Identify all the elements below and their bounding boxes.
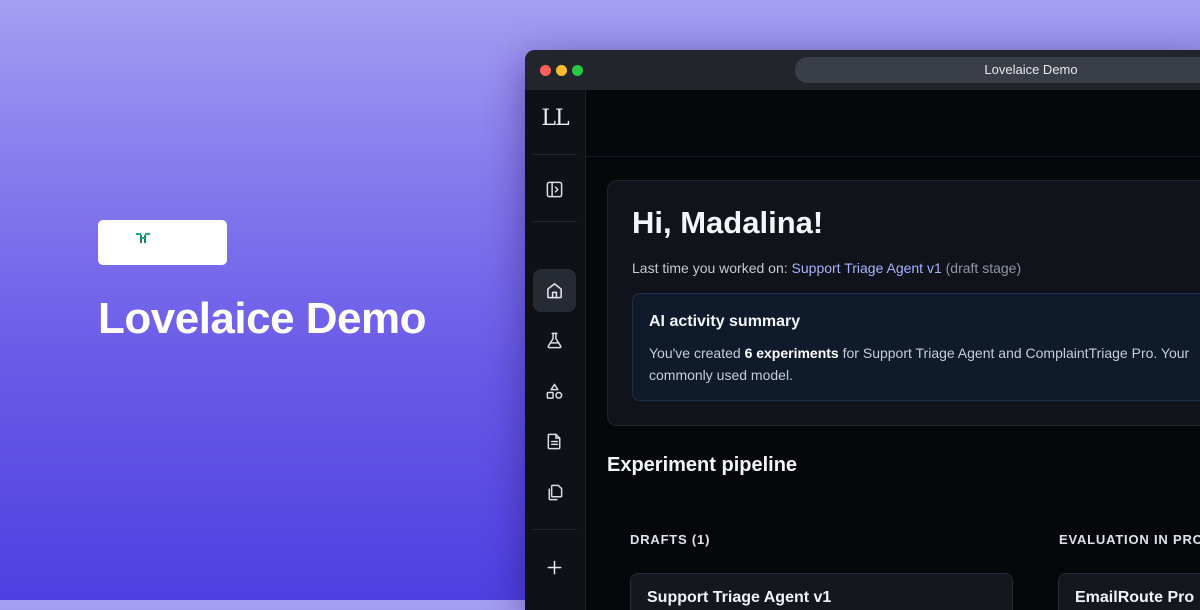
window-titlebar: Lovelaice Demo [525, 50, 1200, 90]
minimize-window-button[interactable] [556, 65, 567, 76]
ai-summary-text-part: You've created [649, 345, 745, 361]
sidebar-divider [533, 529, 577, 530]
brand-logo-card [98, 220, 227, 265]
pipeline-card-draft[interactable]: Support Triage Agent v1 [630, 573, 1013, 610]
sidebar-item-experiments[interactable] [533, 319, 576, 362]
last-worked-label: Last time you worked on: [632, 260, 792, 276]
ai-summary-text: You've created 6 experiments for Support… [649, 342, 1200, 386]
plus-icon [547, 560, 562, 575]
home-icon [547, 283, 562, 299]
panel-toggle-icon [546, 181, 563, 198]
ai-activity-summary: AI activity summary You've created 6 exp… [632, 293, 1200, 401]
close-window-button[interactable] [540, 65, 551, 76]
sidebar-item-documents[interactable] [533, 420, 576, 463]
sidebar: LL [525, 90, 586, 610]
toggle-sidebar-button[interactable] [533, 168, 576, 211]
app-window: Lovelaice Demo LL Hi, Madalina! Last tim… [525, 50, 1200, 610]
maximize-window-button[interactable] [572, 65, 583, 76]
ai-summary-highlight: 6 experiments [744, 345, 839, 361]
sidebar-add-button[interactable] [533, 546, 576, 589]
flask-icon [547, 332, 562, 349]
pipeline-column-header-drafts: DRAFTS (1) [630, 532, 711, 547]
pipeline-title: Experiment pipeline [607, 454, 798, 476]
copy-icon [548, 484, 563, 501]
topbar-divider [586, 156, 1200, 157]
hero-title: Lovelaice Demo [98, 294, 427, 343]
ai-summary-text-part: for Support Triage Agent and ComplaintTr… [838, 345, 1190, 361]
document-icon [547, 433, 561, 450]
brand-logo-icon [136, 233, 150, 243]
last-project-stage: (draft stage) [941, 260, 1022, 276]
last-project-link[interactable]: Support Triage Agent v1 [792, 260, 942, 276]
greeting-heading: Hi, Madalina! [632, 205, 824, 240]
pipeline-card-evaluation[interactable]: EmailRoute Pro [1058, 573, 1200, 610]
pipeline-card-title: EmailRoute Pro [1075, 589, 1195, 606]
shapes-icon [546, 383, 563, 399]
pipeline-card-title: Support Triage Agent v1 [647, 589, 832, 606]
ai-summary-text-part: commonly used model. [649, 367, 793, 383]
welcome-card: Hi, Madalina! Last time you worked on: S… [607, 180, 1200, 426]
ai-summary-title: AI activity summary [649, 313, 801, 330]
sidebar-divider [533, 154, 577, 155]
sidebar-divider [533, 221, 577, 222]
pipeline-column-header-evaluation: EVALUATION IN PROGRESS [1059, 532, 1200, 547]
sidebar-item-models[interactable] [533, 370, 576, 413]
address-bar-text: Lovelaice Demo [984, 62, 1078, 77]
last-worked-on: Last time you worked on: Support Triage … [632, 260, 1021, 276]
sidebar-item-home[interactable] [533, 269, 576, 312]
sidebar-item-copies[interactable] [533, 471, 576, 514]
main-content: Hi, Madalina! Last time you worked on: S… [586, 90, 1200, 610]
app-logo[interactable]: LL [525, 106, 585, 131]
